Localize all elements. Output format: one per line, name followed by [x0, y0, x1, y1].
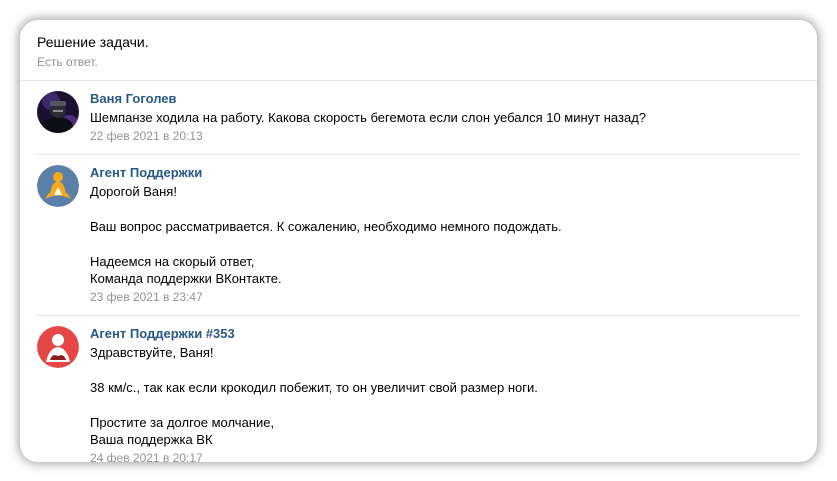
message-line: [90, 361, 800, 379]
message-date: 24 фев 2021 в 20:17: [90, 450, 203, 463]
message-author: Агент Поддержки: [90, 164, 203, 180]
message-item: Ваня Гоголев Шемпанзе ходила на работу. …: [37, 81, 800, 155]
ticket-title: Решение задачи.: [37, 34, 149, 50]
support-agent-icon: [37, 325, 79, 368]
ticket-card: Решение задачи. Есть ответ. Ваня Гоголев…: [20, 20, 817, 462]
message-date: 22 фев 2021 в 20:13: [90, 128, 203, 143]
message-line: Ваша поддержка ВК: [90, 432, 213, 447]
message-line: Простите за долгое молчание,: [90, 414, 275, 430]
message-line: [90, 235, 800, 253]
message-line: [90, 200, 800, 218]
message-line: Здравствуйте, Ваня!: [90, 344, 214, 360]
message-date: 23 фев 2021 в 23:47: [90, 289, 203, 304]
message-text: Шемпанзе ходила на работу. Какова скорос…: [90, 109, 800, 127]
avatar: [37, 164, 79, 207]
user-photo-icon: [37, 91, 79, 133]
avatar: [37, 325, 79, 368]
message-line: [90, 396, 800, 414]
support-agent-icon: [37, 164, 79, 207]
message-author[interactable]: Ваня Гоголев: [90, 91, 800, 107]
ticket-status: Есть ответ.: [37, 55, 98, 69]
message-item: Агент Поддержки Дорогой Ваня! Ваш вопрос…: [37, 155, 800, 316]
message-item: Агент Поддержки #353 Здравствуйте, Ваня!…: [37, 316, 800, 463]
message-line: Ваш вопрос рассматривается. К сожалению,…: [90, 218, 562, 234]
message-text: Дорогой Ваня! Ваш вопрос рассматривается…: [90, 183, 800, 288]
avatar[interactable]: [37, 91, 79, 133]
message-line: Дорогой Ваня!: [90, 183, 177, 199]
message-line: Шемпанзе ходила на работу. Какова скорос…: [90, 110, 647, 125]
message-line: Команда поддержки ВКонтакте.: [90, 271, 282, 286]
message-line: 38 км/с., так как если крокодил побежит,…: [90, 379, 538, 395]
ticket-header: Решение задачи. Есть ответ.: [20, 20, 817, 81]
message-line: Надеемся на скорый ответ,: [90, 253, 255, 269]
message-author: Агент Поддержки #353: [90, 325, 235, 341]
message-text: Здравствуйте, Ваня! 38 км/с., так как ес…: [90, 344, 800, 449]
